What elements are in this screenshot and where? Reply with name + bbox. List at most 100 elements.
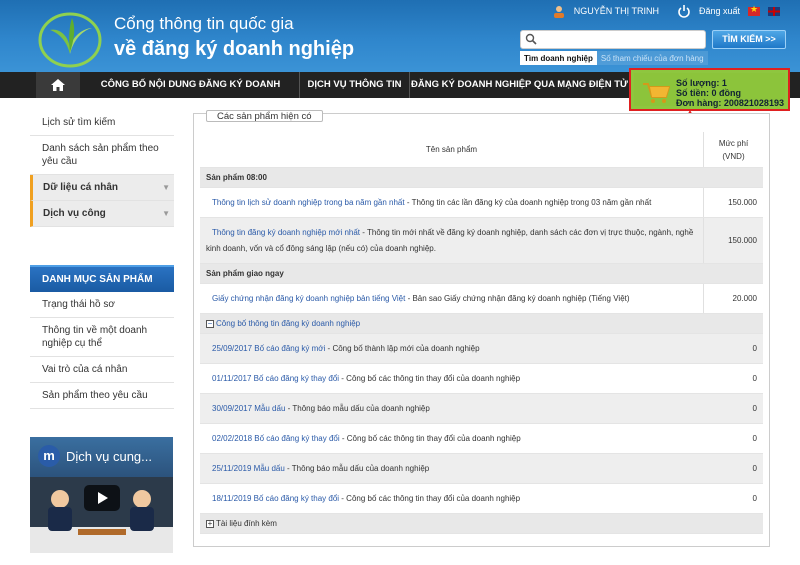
sidebar: Lịch sử tìm kiếm Danh sách sản phẩm theo… bbox=[30, 98, 174, 409]
nav-item-dich-vu[interactable]: DỊCH VỤ THÔNG TIN bbox=[300, 72, 410, 98]
nav-item-dang-ky-qua-mang[interactable]: ĐĂNG KÝ DOANH NGHIỆP QUA MẠNG ĐIỆN TỬ bbox=[410, 72, 630, 98]
group-header-collapsible[interactable]: + Tài liệu đính kèm bbox=[200, 514, 763, 534]
product-fee: 0 bbox=[752, 344, 757, 353]
product-desc: - Công bố các thông tin thay đổi của doa… bbox=[339, 494, 521, 503]
row-product: 01/11/2017 Bố cáo đăng ký thay đổi - Côn… bbox=[200, 364, 703, 393]
product-link[interactable]: Giấy chứng nhận đăng ký doanh nghiệp bản… bbox=[212, 294, 405, 303]
header-product-name: Tên sản phẩm bbox=[425, 145, 478, 154]
cart-inner: Số lượng: 1 Số tiền: 0 đồng Đơn hàng: 20… bbox=[634, 73, 785, 108]
sidebar-item-search-history[interactable]: Lịch sử tìm kiếm bbox=[30, 110, 174, 136]
site-title-line1: Cổng thông tin quốc gia bbox=[114, 14, 294, 33]
sidebar-item-products-on-demand[interactable]: Sản phẩm theo yêu cầu bbox=[30, 383, 174, 409]
row-product: 30/09/2017 Mẫu dấu - Thông báo mẫu dấu c… bbox=[200, 394, 703, 423]
table-header: Tên sản phẩm Mức phí (VND) bbox=[200, 132, 763, 168]
group-row: + Tài liệu đính kèm bbox=[200, 514, 763, 533]
product-desc: - Thông tin các lần đăng ký của doanh ng… bbox=[404, 198, 652, 207]
group-row: − Công bố thông tin đăng ký doanh nghiệp bbox=[200, 314, 763, 333]
product-link[interactable]: 25/09/2017 Bố cáo đăng ký mới bbox=[212, 344, 325, 353]
group-header-collapsible[interactable]: − Công bố thông tin đăng ký doanh nghiệp bbox=[200, 314, 763, 334]
table-row: 25/09/2017 Bố cáo đăng ký mới - Công bố … bbox=[200, 334, 763, 364]
expand-icon[interactable]: + bbox=[206, 519, 214, 528]
table-row: 25/11/2019 Mẫu dấu - Thông báo mẫu dấu c… bbox=[200, 454, 763, 484]
group-header: Sản phẩm giao ngay bbox=[200, 264, 763, 284]
table-row: Thông tin lịch sử doanh nghiệp trong ba … bbox=[200, 188, 763, 218]
table-row: Thông tin đăng ký doanh nghiệp mới nhất … bbox=[200, 218, 763, 264]
product-desc: - Công bố các thông tin thay đổi của doa… bbox=[339, 374, 521, 383]
user-bar: NGUYỄN THỊ TRINH Đăng xuất bbox=[552, 4, 780, 18]
product-desc: - Công bố các thông tin thay đổi của doa… bbox=[339, 434, 521, 443]
group-title: Sản phẩm giao ngay bbox=[206, 269, 284, 278]
vietnam-flag-icon[interactable] bbox=[748, 4, 760, 16]
table-row: 02/02/2018 Bố cáo đăng ký thay đổi - Côn… bbox=[200, 424, 763, 454]
cart-order-number: Đơn hàng: 200821028193 bbox=[676, 98, 784, 108]
row-product: 25/09/2017 Bố cáo đăng ký mới - Công bố … bbox=[200, 334, 703, 363]
video-title[interactable]: Dịch vụ cung... bbox=[66, 449, 152, 464]
sidebar-item-requested-products[interactable]: Danh sách sản phẩm theo yêu cầu bbox=[30, 136, 174, 175]
row-product: Giấy chứng nhận đăng ký doanh nghiệp bản… bbox=[200, 284, 703, 313]
products-panel: Các sản phẩm hiện có Tên sản phẩm Mức ph… bbox=[193, 110, 770, 547]
row-product: 25/11/2019 Mẫu dấu - Thông báo mẫu dấu c… bbox=[200, 454, 703, 483]
panel-legend: Các sản phẩm hiện có bbox=[206, 110, 323, 122]
product-fee: 0 bbox=[752, 464, 757, 473]
product-link[interactable]: 02/02/2018 Bố cáo đăng ký thay đổi bbox=[212, 434, 340, 443]
cart-summary[interactable]: Số lượng: 1 Số tiền: 0 đồng Đơn hàng: 20… bbox=[629, 68, 790, 111]
power-icon[interactable] bbox=[677, 4, 691, 18]
header: Cổng thông tin quốc gia về đăng ký doanh… bbox=[0, 0, 800, 72]
table-row: 18/11/2019 Bố cáo đăng ký thay đổi - Côn… bbox=[200, 484, 763, 514]
product-desc: - Bản sao Giấy chứng nhận đăng ký doanh … bbox=[405, 294, 630, 303]
table-row: 01/11/2017 Bố cáo đăng ký thay đổi - Côn… bbox=[200, 364, 763, 394]
video-player[interactable]: m Dịch vụ cung... bbox=[30, 437, 173, 553]
logout-link[interactable]: Đăng xuất bbox=[699, 6, 740, 16]
product-desc: - Thông báo mẫu dấu của doanh nghiệp bbox=[284, 464, 430, 473]
user-icon bbox=[553, 6, 564, 18]
row-product: Thông tin lịch sử doanh nghiệp trong ba … bbox=[200, 188, 703, 217]
header-fee: Mức phí (VND) bbox=[703, 132, 763, 167]
product-desc: - Công bố thành lập mới của doanh nghiệp bbox=[325, 344, 480, 353]
sidebar-item-personal-data[interactable]: Dữ liệu cá nhân bbox=[30, 175, 174, 201]
product-fee: 0 bbox=[752, 494, 757, 503]
cart-amount: Số tiền: 0 đồng bbox=[676, 88, 741, 98]
product-link[interactable]: 30/09/2017 Mẫu dấu bbox=[212, 404, 285, 413]
row-product: Thông tin đăng ký doanh nghiệp mới nhất … bbox=[200, 218, 703, 263]
group-title: Sản phẩm 08:00 bbox=[206, 173, 267, 182]
product-link[interactable]: Thông tin lịch sử doanh nghiệp trong ba … bbox=[212, 198, 405, 207]
uk-flag-icon[interactable] bbox=[768, 6, 780, 16]
collapse-icon[interactable]: − bbox=[206, 319, 214, 328]
sidebar-item-application-status[interactable]: Trạng thái hồ sơ bbox=[30, 292, 174, 318]
product-fee: 0 bbox=[752, 404, 757, 413]
nav-home[interactable] bbox=[36, 72, 80, 98]
group-title[interactable]: Tài liệu đính kèm bbox=[216, 519, 277, 528]
user-name[interactable]: NGUYỄN THỊ TRINH bbox=[574, 6, 659, 16]
product-link[interactable]: 01/11/2017 Bố cáo đăng ký thay đổi bbox=[212, 374, 339, 383]
product-link[interactable]: Thông tin đăng ký doanh nghiệp mới nhất bbox=[206, 228, 360, 237]
sidebar-item-personal-role[interactable]: Vai trò của cá nhân bbox=[30, 357, 174, 383]
play-icon[interactable] bbox=[84, 485, 120, 511]
product-fee: 0 bbox=[752, 374, 757, 383]
row-product: 02/02/2018 Bố cáo đăng ký thay đổi - Côn… bbox=[200, 424, 703, 453]
site-logo[interactable] bbox=[36, 8, 104, 68]
products-table: Tên sản phẩm Mức phí (VND) Sản phẩm 08:0… bbox=[200, 132, 763, 534]
home-icon bbox=[51, 79, 65, 91]
product-link[interactable]: 18/11/2019 Bố cáo đăng ký thay đổi bbox=[212, 494, 339, 503]
product-fee: 20.000 bbox=[703, 284, 763, 313]
product-fee: 150.000 bbox=[703, 188, 763, 217]
product-fee: 150.000 bbox=[703, 218, 763, 263]
header-fee-unit: (VND) bbox=[722, 151, 745, 161]
tab-order-reference[interactable]: Số tham chiếu của đơn hàng bbox=[596, 51, 708, 65]
group-title[interactable]: Công bố thông tin đăng ký doanh nghiệp bbox=[216, 319, 360, 328]
tab-find-company[interactable]: Tìm doanh nghiệp bbox=[520, 51, 597, 65]
row-product: 18/11/2019 Bố cáo đăng ký thay đổi - Côn… bbox=[200, 484, 703, 513]
nav-item-cong-bo[interactable]: CÔNG BỐ NỘI DUNG ĐĂNG KÝ DOANH NGHIỆP bbox=[82, 72, 300, 116]
search-tabs: Tìm doanh nghiệp Số tham chiếu của đơn h… bbox=[520, 51, 708, 65]
sidebar-item-company-info[interactable]: Thông tin về một doanh nghiệp cụ thể bbox=[30, 318, 174, 357]
group-header: Sản phẩm 08:00 bbox=[200, 168, 763, 188]
site-title-line2: về đăng ký doanh nghiệp bbox=[114, 38, 355, 60]
channel-avatar: m bbox=[38, 445, 60, 467]
search-button[interactable]: TÌM KIẾM >> bbox=[712, 30, 786, 49]
header-fee-label: Mức phí bbox=[718, 138, 749, 148]
search-icon bbox=[525, 33, 537, 45]
sidebar-item-public-services[interactable]: Dịch vụ công bbox=[30, 201, 174, 227]
search-input[interactable] bbox=[520, 30, 706, 49]
product-link[interactable]: 25/11/2019 Mẫu dấu bbox=[212, 464, 285, 473]
cart-lines: Số lượng: 1 Số tiền: 0 đồng Đơn hàng: 20… bbox=[676, 78, 784, 108]
